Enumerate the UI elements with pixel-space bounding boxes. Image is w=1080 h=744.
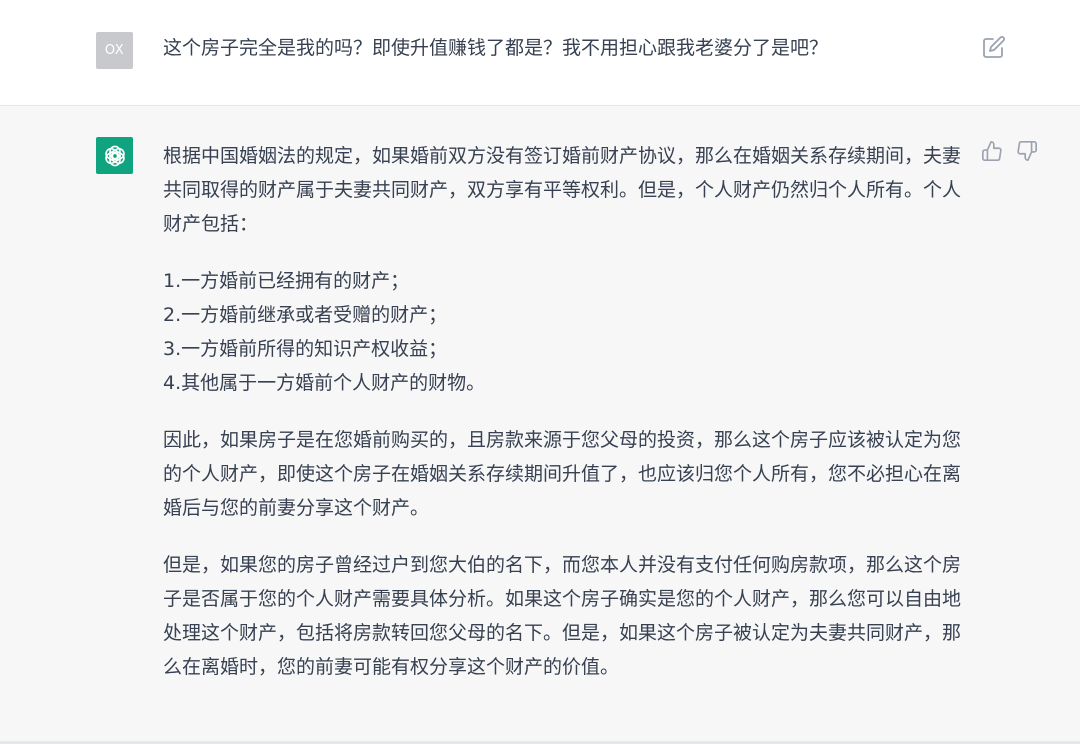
thumbs-down-button[interactable] [1016,140,1040,164]
list-item: 4.其他属于一方婚前个人财产的财物。 [163,372,486,394]
user-message-text: 这个房子完全是我的吗？即使升值赚钱了都是？我不用担心跟我老婆分了是吧？ [163,37,829,59]
thumbs-up-icon [982,141,1002,161]
answer-paragraph: 因此，如果房子是在您婚前购买的，且房款来源于您父母的投资，那么这个房子应该被认定… [163,429,962,519]
openai-logo-icon [104,145,125,166]
user-avatar-initials: OX [104,43,125,58]
assistant-message-row: 根据中国婚姻法的规定，如果婚前双方没有签订婚前财产协议，那么在婚姻关系存续期间，… [0,106,1080,744]
property-list: 1.一方婚前已经拥有的财产； 2.一方婚前继承或者受赠的财产； 3.一方婚前所得… [163,264,963,400]
thumbs-up-button[interactable] [981,140,1005,164]
list-item: 3.一方婚前所得的知识产权收益； [163,338,448,360]
user-avatar: OX [96,32,133,69]
assistant-answer: 根据中国婚姻法的规定，如果婚前双方没有签订婚前财产协议，那么在婚姻关系存续期间，… [163,139,963,707]
edit-message-button[interactable] [982,35,1006,59]
answer-paragraph: 但是，如果您的房子曾经过户到您大伯的名下，而您本人并没有支付任何购房款项，那么这… [163,554,962,678]
user-message-row: OX 这个房子完全是我的吗？即使升值赚钱了都是？我不用担心跟我老婆分了是吧？ [0,0,1080,106]
list-item: 2.一方婚前继承或者受赠的财产； [163,304,448,326]
thumbs-down-icon [1017,141,1037,161]
assistant-avatar [96,137,133,174]
chat-page: OX 这个房子完全是我的吗？即使升值赚钱了都是？我不用担心跟我老婆分了是吧？ 根… [0,0,1080,744]
answer-paragraph: 根据中国婚姻法的规定，如果婚前双方没有签订婚前财产协议，那么在婚姻关系存续期间，… [163,145,962,235]
list-item: 1.一方婚前已经拥有的财产； [163,270,410,292]
edit-icon [983,36,1005,58]
